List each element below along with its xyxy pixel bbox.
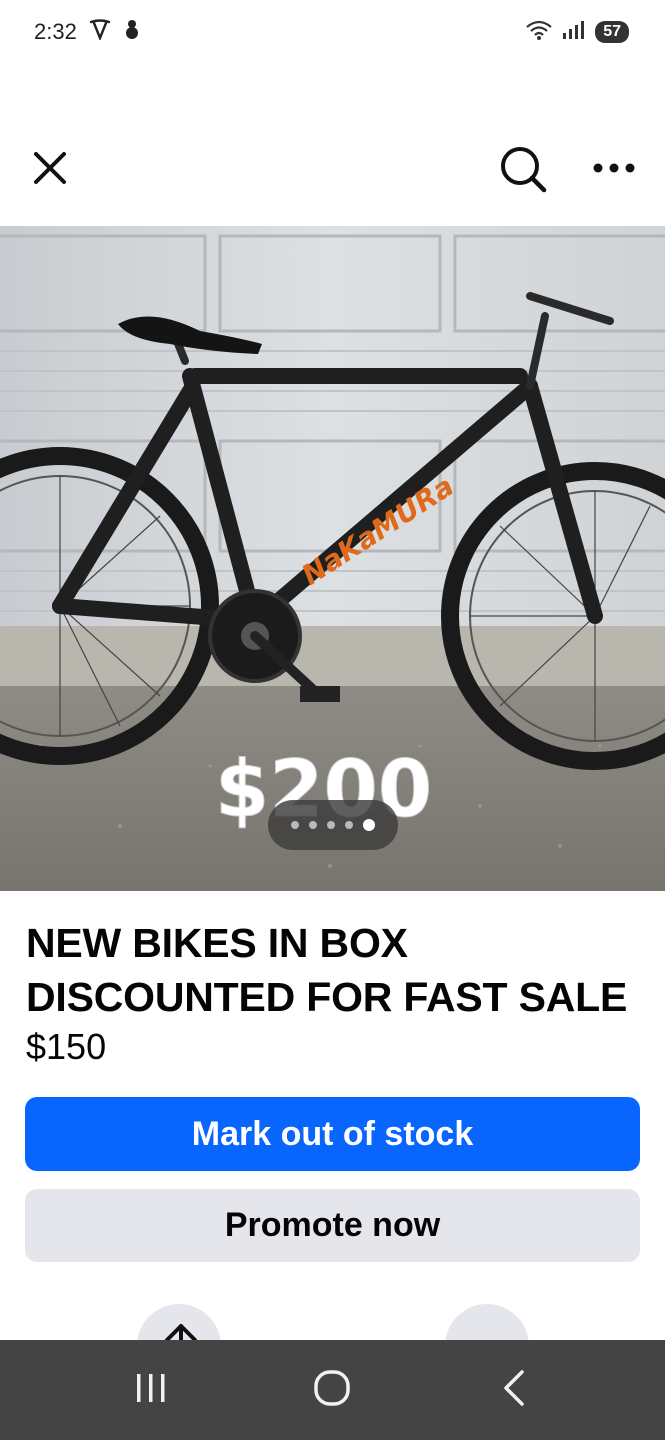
home-button[interactable] (302, 1360, 362, 1420)
recents-button[interactable] (121, 1360, 181, 1420)
tesla-icon (89, 18, 111, 46)
pager-dot (327, 821, 335, 829)
search-button[interactable] (494, 142, 554, 202)
signal-icon (561, 19, 587, 46)
listing-title: NEW BIKES IN BOX DISCOUNTED FOR FAST SAL… (26, 916, 646, 1024)
status-left: 2:32 (34, 18, 141, 46)
top-bar (0, 130, 665, 210)
battery-icon: 57 (595, 21, 629, 43)
pager-dot (309, 821, 317, 829)
pager-dot (291, 821, 299, 829)
close-icon (30, 148, 70, 193)
listing-title-line2: DISCOUNTED FOR FAST SALE (26, 974, 628, 1020)
back-button[interactable] (484, 1360, 544, 1420)
more-icon (592, 161, 636, 179)
pager-dot (345, 821, 353, 829)
listing-title-line1: NEW BIKES IN BOX (26, 920, 408, 966)
status-bar: 2:32 57 (0, 0, 665, 64)
more-button[interactable] (584, 142, 644, 198)
bike-photo-illustration: NaKaMURa $200 (0, 226, 665, 891)
wifi-icon (525, 19, 553, 46)
recents-icon (131, 1370, 171, 1411)
listing-photo[interactable]: NaKaMURa $200 (0, 226, 665, 891)
home-icon (312, 1368, 352, 1413)
status-right: 57 (525, 19, 629, 46)
promote-now-button[interactable]: Promote now (25, 1189, 640, 1262)
pager-dot-active (363, 819, 375, 831)
listing-price: $150 (26, 1026, 107, 1067)
snowman-icon (123, 18, 141, 46)
mark-out-of-stock-button[interactable]: Mark out of stock (25, 1097, 640, 1171)
close-button[interactable] (22, 142, 78, 198)
photo-pager (268, 800, 398, 850)
back-icon (498, 1368, 530, 1413)
system-nav-bar (0, 1340, 665, 1440)
status-time: 2:32 (34, 19, 77, 44)
search-icon (498, 144, 550, 201)
